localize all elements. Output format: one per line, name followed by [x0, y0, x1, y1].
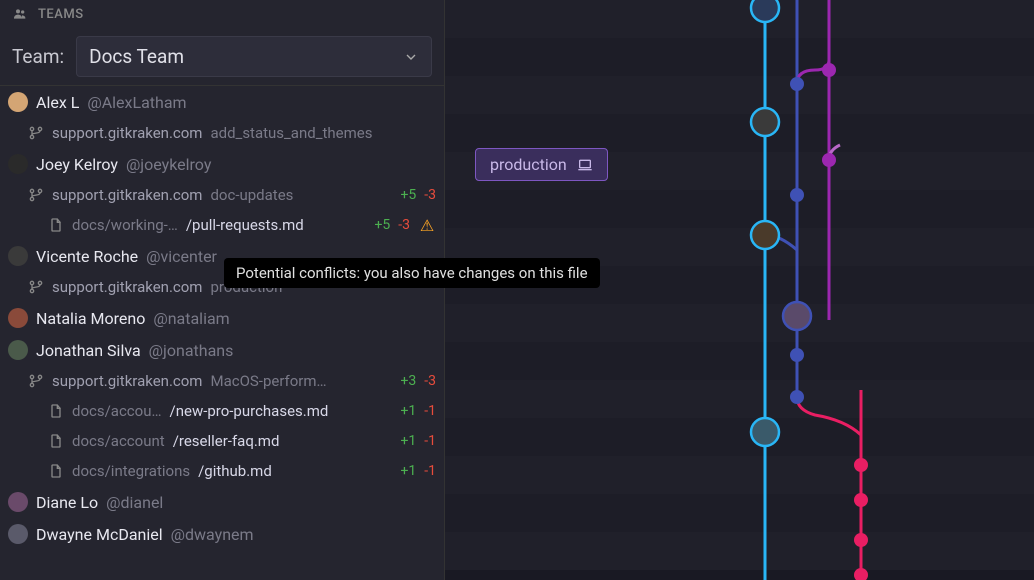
- deletions: -3: [398, 217, 410, 233]
- deletions: -1: [424, 403, 436, 419]
- branch-icon: [28, 187, 44, 203]
- file-path: docs/integrations: [72, 462, 190, 480]
- repo-row[interactable]: support.gitkraken.com doc-updates +5 -3: [0, 180, 444, 210]
- team-label: Team:: [12, 45, 64, 68]
- additions: +5: [374, 217, 390, 233]
- avatar: [8, 246, 28, 266]
- additions: +1: [400, 403, 416, 419]
- branch-name: MacOS-perform…: [210, 372, 326, 390]
- repo-name: support.gitkraken.com: [52, 124, 202, 142]
- file-path: docs/account: [72, 432, 165, 450]
- additions: +1: [400, 433, 416, 449]
- team-dropdown[interactable]: Docs Team: [76, 36, 432, 77]
- deletions: -1: [424, 463, 436, 479]
- deletions: -3: [424, 187, 436, 203]
- member-handle: @joeykelroy: [126, 155, 211, 174]
- file-name: /github.md: [198, 462, 272, 480]
- avatar: [8, 308, 28, 328]
- file-row[interactable]: docs/accou… /new-pro-purchases.md +1 -1: [0, 396, 444, 426]
- file-icon: [48, 403, 64, 419]
- repo-row[interactable]: support.gitkraken.com add_status_and_the…: [0, 118, 444, 148]
- team-member[interactable]: Alex L @AlexLatham: [0, 86, 444, 118]
- file-row[interactable]: docs/integrations /github.md +1 -1: [0, 456, 444, 486]
- additions: +5: [400, 187, 416, 203]
- branch-icon: [28, 373, 44, 389]
- member-handle: @jonathans: [149, 341, 234, 360]
- member-name: Jonathan Silva: [36, 341, 141, 360]
- file-name: /reseller-faq.md: [173, 432, 280, 450]
- member-name: Diane Lo: [36, 493, 98, 512]
- avatar: [8, 154, 28, 174]
- member-name: Alex L: [36, 93, 79, 112]
- file-icon: [48, 217, 64, 233]
- additions: +1: [400, 463, 416, 479]
- member-name: Dwayne McDaniel: [36, 525, 163, 544]
- team-member[interactable]: Dwayne McDaniel @dwaynem: [0, 518, 444, 550]
- member-handle: @dianel: [106, 493, 163, 512]
- team-dropdown-value: Docs Team: [89, 45, 184, 68]
- chevron-down-icon: [403, 49, 419, 65]
- file-row[interactable]: docs/account /reseller-faq.md +1 -1: [0, 426, 444, 456]
- member-handle: @vicenter: [146, 247, 217, 266]
- file-path: docs/accou…: [72, 402, 162, 420]
- branch-name: add_status_and_themes: [210, 124, 372, 142]
- teams-header-label: TEAMS: [38, 7, 84, 22]
- repo-name: support.gitkraken.com: [52, 372, 202, 390]
- file-path: docs/working-…: [72, 216, 178, 234]
- commit-graph-panel: production: [445, 0, 1034, 580]
- deletions: -1: [424, 433, 436, 449]
- team-member[interactable]: Diane Lo @dianel: [0, 486, 444, 518]
- team-member[interactable]: Joey Kelroy @joeykelroy: [0, 148, 444, 180]
- avatar: [8, 340, 28, 360]
- file-row[interactable]: docs/working-… /pull-requests.md +5 -3 ⚠: [0, 210, 444, 240]
- deletions: -3: [424, 373, 436, 389]
- commit-graph: [445, 0, 1034, 580]
- file-icon: [48, 433, 64, 449]
- avatar: [8, 92, 28, 112]
- repo-row[interactable]: support.gitkraken.com MacOS-perform… +3 -3: [0, 366, 444, 396]
- people-icon: [12, 6, 28, 22]
- team-member[interactable]: Jonathan Silva @jonathans: [0, 334, 444, 366]
- member-handle: @nataliam: [153, 309, 229, 328]
- conflict-tooltip: Potential conflicts: you also have chang…: [224, 258, 600, 288]
- repo-name: support.gitkraken.com: [52, 278, 202, 296]
- avatar: [8, 492, 28, 512]
- member-list: Alex L @AlexLathamsupport.gitkraken.com …: [0, 86, 444, 580]
- file-icon: [48, 463, 64, 479]
- member-name: Vicente Roche: [36, 247, 138, 266]
- branch-name: doc-updates: [210, 186, 293, 204]
- teams-header: TEAMS: [0, 0, 444, 28]
- team-member[interactable]: Natalia Moreno @nataliam: [0, 302, 444, 334]
- member-name: Natalia Moreno: [36, 309, 145, 328]
- repo-name: support.gitkraken.com: [52, 186, 202, 204]
- additions: +3: [400, 373, 416, 389]
- warning-icon: ⚠: [418, 216, 436, 234]
- member-handle: @AlexLatham: [87, 93, 186, 112]
- branch-icon: [28, 125, 44, 141]
- branch-icon: [28, 279, 44, 295]
- file-name: /pull-requests.md: [186, 216, 304, 234]
- file-name: /new-pro-purchases.md: [170, 402, 329, 420]
- avatar: [8, 524, 28, 544]
- teams-sidebar: TEAMS Team: Docs Team Alex L @AlexLatham…: [0, 0, 445, 580]
- team-selector-row: Team: Docs Team: [0, 28, 444, 86]
- member-handle: @dwaynem: [171, 525, 254, 544]
- member-name: Joey Kelroy: [36, 155, 118, 174]
